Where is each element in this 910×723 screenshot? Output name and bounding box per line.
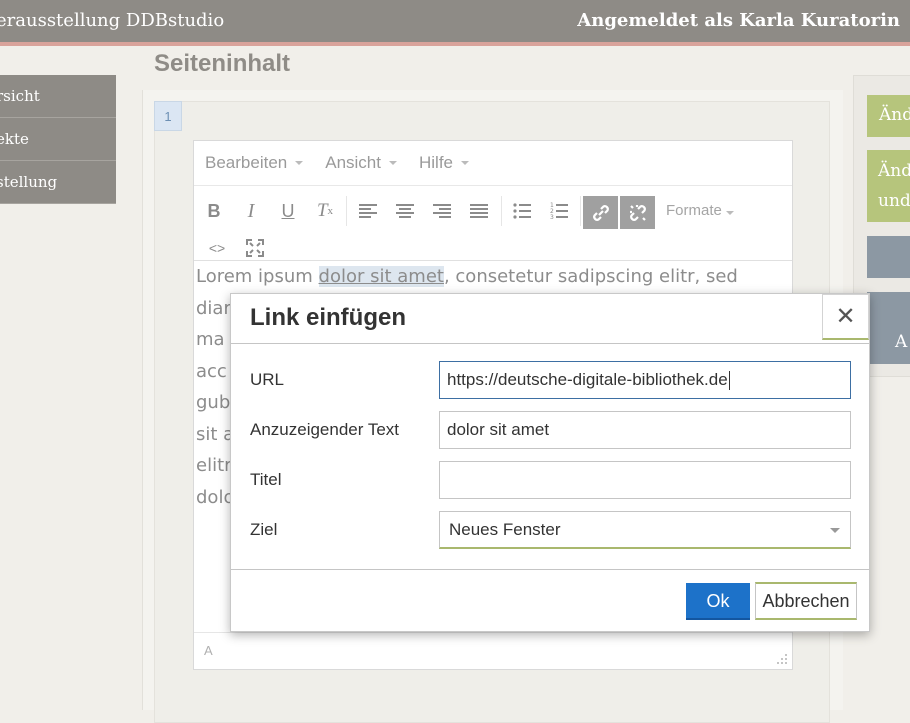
editor-toolbar: B I U Tx 123 Formate <> xyxy=(194,186,792,261)
clear-format-icon[interactable]: Tx xyxy=(310,196,340,226)
underline-icon[interactable]: U xyxy=(273,196,303,226)
menu-label: Ansicht xyxy=(325,153,381,172)
display-text-row: Anzuzeigender Text dolor sit amet xyxy=(250,411,851,449)
dialog-title: Link einfügen xyxy=(250,304,406,331)
title-label: Titel xyxy=(250,470,282,489)
align-justify-icon[interactable] xyxy=(464,196,494,226)
bullet-list-icon[interactable] xyxy=(507,196,537,226)
text-run: , consetetur sadipscing elitr, sed xyxy=(443,266,738,287)
display-text-label: Anzuzeigender Text xyxy=(250,420,400,439)
menu-view[interactable]: Ansicht xyxy=(325,153,397,173)
button-label: Änd xyxy=(878,161,910,181)
menu-label: Bearbeiten xyxy=(205,153,288,172)
target-value: Neues Fenster xyxy=(449,520,561,539)
url-value: https://deutsche-digitale-bibliothek.de xyxy=(447,370,728,389)
grey-button-2[interactable]: A xyxy=(867,292,910,364)
toolbar-divider xyxy=(580,196,581,226)
ok-button[interactable]: Ok xyxy=(686,583,750,620)
page-title: Seiteninhalt xyxy=(154,50,291,77)
toolbar-divider xyxy=(501,196,502,226)
app-title[interactable]: erausstellung DDBstudio xyxy=(0,10,224,31)
change-button[interactable]: Änd xyxy=(867,95,910,137)
bold-icon[interactable]: B xyxy=(199,196,229,226)
insert-link-dialog: Link einfügen ✕ URL https://deutsche-dig… xyxy=(230,293,870,632)
top-bar: erausstellung DDBstudio Angemeldet als K… xyxy=(0,0,910,46)
logged-in-user[interactable]: Angemeldet als Karla Kuratorin xyxy=(577,10,900,31)
align-center-icon[interactable] xyxy=(390,196,420,226)
sidebar-item-label: rsicht xyxy=(0,87,40,105)
toolbar-divider xyxy=(346,196,347,226)
url-label: URL xyxy=(250,370,285,389)
fullscreen-icon[interactable] xyxy=(240,233,270,263)
align-right-icon[interactable] xyxy=(427,196,457,226)
link-icon[interactable] xyxy=(583,196,618,229)
numbered-list-icon[interactable]: 123 xyxy=(544,196,574,226)
url-row: URL https://deutsche-digitale-bibliothek… xyxy=(250,361,851,399)
sidebar-item-label: stellung xyxy=(0,173,58,191)
menu-help[interactable]: Hilfe xyxy=(419,153,469,173)
grey-button[interactable] xyxy=(867,236,910,278)
editor-line: Lorem ipsum dolor sit amet, consetetur s… xyxy=(196,261,790,293)
sidebar-item-objects[interactable]: ekte xyxy=(0,118,116,161)
text-cursor xyxy=(728,371,730,391)
formats-label: Formate xyxy=(666,202,722,219)
display-text-input[interactable]: dolor sit amet xyxy=(439,411,851,449)
dialog-footer: Ok Abbrechen xyxy=(231,569,869,632)
caret-down-icon xyxy=(461,161,469,165)
resize-handle-icon[interactable] xyxy=(776,653,788,665)
text-run: Lorem ipsum xyxy=(196,266,319,287)
menu-edit[interactable]: Bearbeiten xyxy=(205,153,304,173)
editor-menubar: Bearbeiten Ansicht Hilfe xyxy=(194,141,792,186)
align-left-icon[interactable] xyxy=(353,196,383,226)
chevron-down-icon xyxy=(830,528,840,533)
target-select[interactable]: Neues Fenster xyxy=(439,511,851,549)
sidebar-item-exhibition[interactable]: stellung xyxy=(0,161,116,204)
sidebar-item-label: ekte xyxy=(0,130,29,148)
button-label: Änd xyxy=(879,105,910,125)
caret-down-icon xyxy=(388,161,397,165)
title-input[interactable] xyxy=(439,461,851,499)
button-label: und xyxy=(878,191,910,211)
target-row: Ziel Neues Fenster xyxy=(250,511,851,549)
selected-link-text[interactable]: dolor sit amet xyxy=(318,266,444,287)
caret-down-icon xyxy=(725,211,734,215)
italic-icon[interactable]: I xyxy=(236,196,266,226)
sidebar-item-overview[interactable]: rsicht xyxy=(0,75,116,118)
sidebar: rsicht ekte stellung xyxy=(0,75,116,204)
url-input[interactable]: https://deutsche-digitale-bibliothek.de xyxy=(439,361,851,399)
title-row: Titel xyxy=(250,461,851,499)
section-number-badge[interactable]: 1 xyxy=(154,101,182,131)
close-icon[interactable]: ✕ xyxy=(822,294,869,340)
caret-down-icon xyxy=(295,161,304,165)
unlink-icon[interactable] xyxy=(620,196,655,229)
dialog-header: Link einfügen ✕ xyxy=(231,294,869,344)
change-and-button[interactable]: Änd und xyxy=(867,150,910,222)
button-label: A xyxy=(895,332,908,352)
editor-statusbar: A xyxy=(194,632,792,669)
source-code-icon[interactable]: <> xyxy=(202,233,232,263)
svg-text:3: 3 xyxy=(550,214,554,220)
formats-dropdown[interactable]: Formate xyxy=(666,196,734,226)
element-path[interactable]: A xyxy=(204,643,213,658)
menu-label: Hilfe xyxy=(418,153,453,172)
target-label: Ziel xyxy=(250,520,278,539)
cancel-button[interactable]: Abbrechen xyxy=(755,582,857,620)
